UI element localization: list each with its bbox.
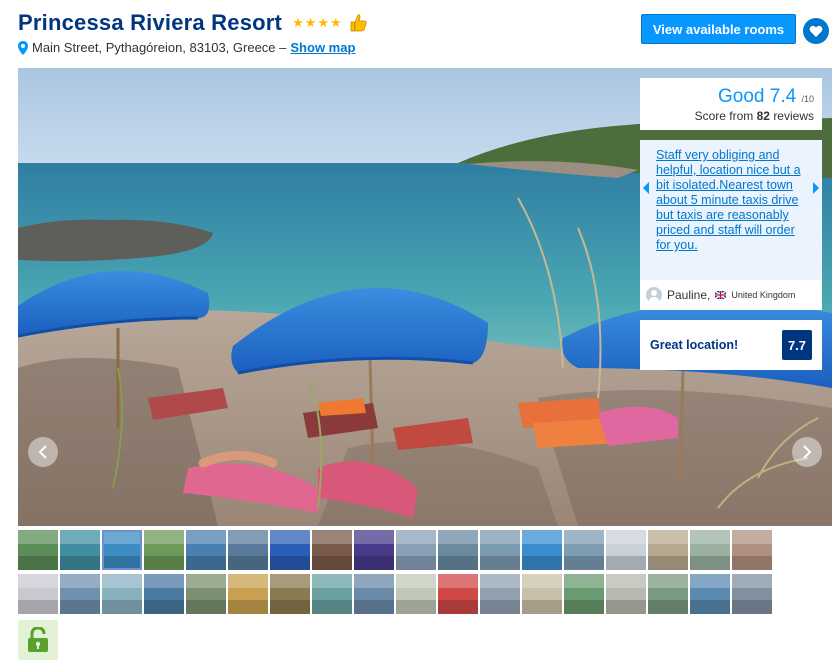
photo-thumbnail[interactable] bbox=[186, 530, 226, 570]
thumbnail-row-1 bbox=[18, 530, 808, 570]
photo-thumbnail[interactable] bbox=[606, 574, 646, 614]
review-score-panel[interactable]: Good 7.4 /10 Score from 82 reviews bbox=[640, 78, 822, 130]
photo-thumbnail[interactable] bbox=[564, 574, 604, 614]
photo-thumbnail[interactable] bbox=[732, 574, 772, 614]
reviewer-info: Pauline, United Kingdom bbox=[640, 280, 822, 310]
chevron-left-icon bbox=[38, 445, 47, 459]
photo-thumbnail[interactable] bbox=[648, 574, 688, 614]
save-favorite-button[interactable] bbox=[803, 18, 829, 44]
photo-thumbnail[interactable] bbox=[732, 530, 772, 570]
photo-thumbnail[interactable] bbox=[102, 530, 142, 570]
score-value: 7.4 bbox=[769, 86, 797, 107]
photo-thumbnail[interactable] bbox=[522, 530, 562, 570]
photo-thumbnail[interactable] bbox=[690, 574, 730, 614]
photo-thumbnail[interactable] bbox=[18, 530, 58, 570]
photo-next-button[interactable] bbox=[792, 437, 822, 467]
location-score-panel[interactable]: Great location! 7.7 bbox=[640, 320, 822, 370]
chevron-right-icon bbox=[803, 445, 812, 459]
heart-icon bbox=[809, 25, 823, 37]
review-count-prefix: Score from bbox=[694, 109, 754, 123]
reviewer-name: Pauline, bbox=[667, 288, 711, 302]
review-next-icon[interactable] bbox=[812, 182, 820, 194]
photo-thumbnail[interactable] bbox=[480, 574, 520, 614]
photo-thumbnail[interactable] bbox=[102, 574, 142, 614]
photo-thumbnail[interactable] bbox=[480, 530, 520, 570]
star-rating: ★★★★ bbox=[292, 15, 343, 30]
review-text[interactable]: Staff very obliging and helpful, locatio… bbox=[656, 148, 802, 253]
photo-thumbnail[interactable] bbox=[18, 574, 58, 614]
address-text: Main Street, Pythagóreion, 83103, Greece… bbox=[32, 40, 287, 55]
guest-review-panel: Staff very obliging and helpful, locatio… bbox=[640, 140, 822, 310]
photo-thumbnail[interactable] bbox=[438, 574, 478, 614]
photo-prev-button[interactable] bbox=[28, 437, 58, 467]
score-word: Good bbox=[718, 86, 765, 107]
view-available-rooms-button[interactable]: View available rooms bbox=[641, 14, 796, 44]
photo-thumbnail[interactable] bbox=[312, 530, 352, 570]
photo-thumbnail[interactable] bbox=[564, 530, 604, 570]
photo-thumbnail[interactable] bbox=[60, 530, 100, 570]
score-out-of: /10 bbox=[801, 94, 814, 104]
photo-thumbnail[interactable] bbox=[438, 530, 478, 570]
photo-thumbnail[interactable] bbox=[60, 574, 100, 614]
avatar bbox=[646, 287, 662, 303]
photo-thumbnail[interactable] bbox=[354, 530, 394, 570]
photo-thumbnail[interactable] bbox=[228, 530, 268, 570]
photo-thumbnail-gallery bbox=[18, 530, 808, 618]
location-label: Great location! bbox=[650, 338, 739, 352]
photo-thumbnail[interactable] bbox=[396, 530, 436, 570]
photo-thumbnail[interactable] bbox=[648, 530, 688, 570]
photo-thumbnail[interactable] bbox=[690, 530, 730, 570]
photo-thumbnail[interactable] bbox=[606, 530, 646, 570]
photo-thumbnail[interactable] bbox=[186, 574, 226, 614]
photo-thumbnail[interactable] bbox=[144, 574, 184, 614]
hotel-name: Princessa Riviera Resort bbox=[18, 10, 283, 35]
thumbnail-row-2 bbox=[18, 574, 808, 614]
uk-flag-icon bbox=[715, 291, 727, 299]
review-count-line: Score from 82 reviews bbox=[640, 109, 814, 123]
map-pin-icon bbox=[18, 40, 28, 55]
photo-thumbnail[interactable] bbox=[228, 574, 268, 614]
photo-thumbnail[interactable] bbox=[522, 574, 562, 614]
photo-thumbnail[interactable] bbox=[270, 530, 310, 570]
photo-thumbnail[interactable] bbox=[270, 574, 310, 614]
unlock-deal-button[interactable] bbox=[18, 620, 58, 660]
review-prev-icon[interactable] bbox=[642, 182, 650, 194]
thumbs-up-icon bbox=[349, 13, 369, 33]
score-line: Good 7.4 /10 bbox=[640, 86, 814, 108]
reviewer-country: United Kingdom bbox=[731, 290, 796, 300]
photo-thumbnail[interactable] bbox=[354, 574, 394, 614]
unlock-icon bbox=[28, 627, 48, 652]
photo-thumbnail[interactable] bbox=[312, 574, 352, 614]
show-map-link[interactable]: Show map bbox=[290, 40, 355, 55]
review-count-suffix: reviews bbox=[773, 109, 814, 123]
review-count: 82 bbox=[756, 109, 770, 123]
location-score: 7.7 bbox=[782, 330, 812, 360]
photo-thumbnail[interactable] bbox=[144, 530, 184, 570]
photo-thumbnail[interactable] bbox=[396, 574, 436, 614]
